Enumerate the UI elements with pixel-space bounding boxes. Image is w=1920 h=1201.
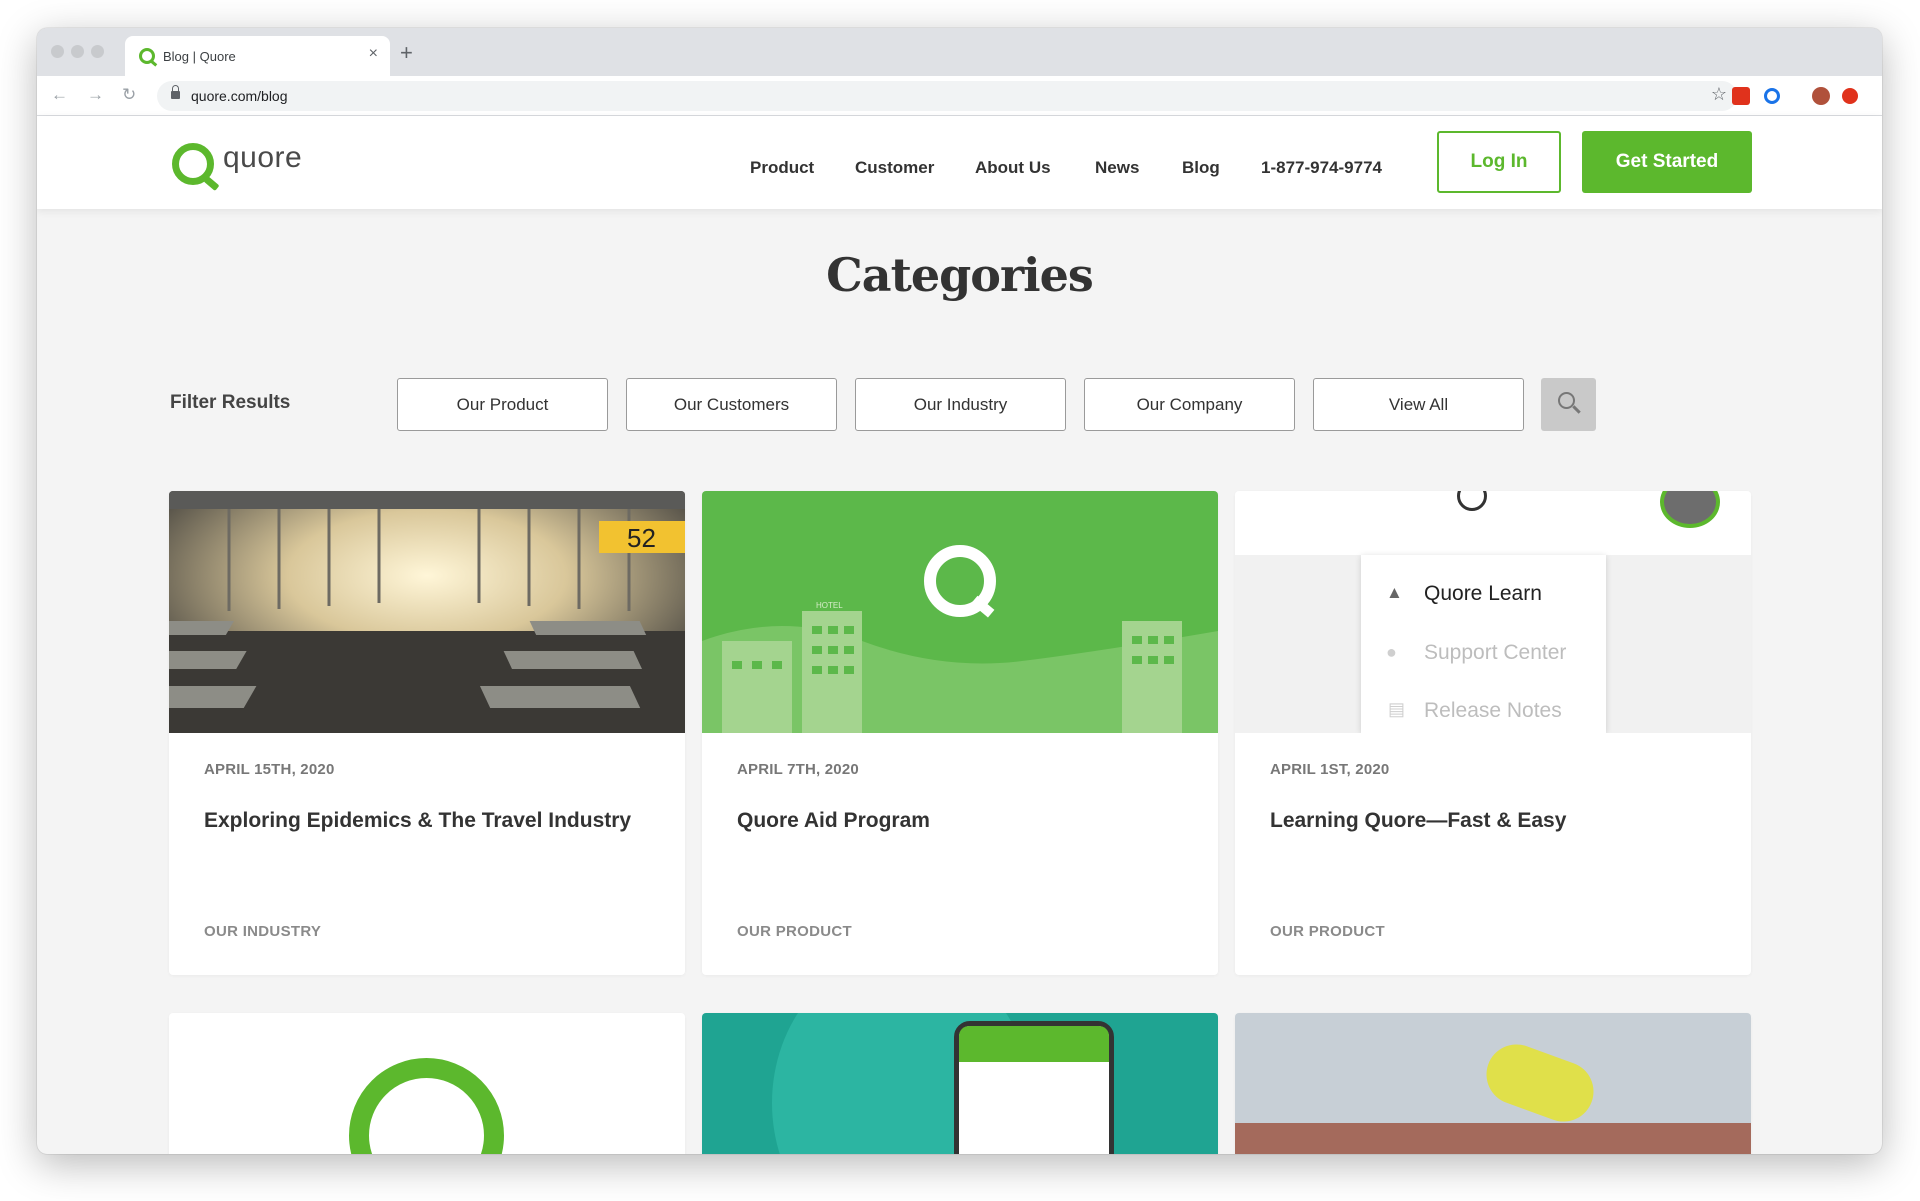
- blog-card-learning-quore[interactable]: ▲ Quore Learn ● Support Center ▤ Release…: [1235, 491, 1751, 975]
- support-icon: ●: [1386, 642, 1397, 662]
- cleaning-glove-image: [1478, 1035, 1602, 1131]
- menu-support-center: Support Center: [1424, 641, 1567, 664]
- lock-icon: [171, 85, 180, 99]
- zoom-window-icon[interactable]: [91, 45, 104, 58]
- nav-customer[interactable]: Customer: [855, 158, 934, 178]
- bookmark-star-icon[interactable]: ☆: [1711, 84, 1727, 105]
- page-title: Categories: [826, 248, 1094, 302]
- card-category[interactable]: OUR INDUSTRY: [204, 923, 321, 940]
- card-category[interactable]: OUR PRODUCT: [1270, 923, 1385, 940]
- nav-blog[interactable]: Blog: [1182, 158, 1220, 178]
- hotel-sign: HOTEL: [816, 601, 843, 610]
- site-header: quore Product Customer About Us News Blo…: [37, 116, 1882, 209]
- extension-circle-icon[interactable]: [1764, 88, 1780, 104]
- menu-release-notes: Release Notes: [1424, 699, 1562, 722]
- minimize-window-icon[interactable]: [71, 45, 84, 58]
- nav-news[interactable]: News: [1095, 158, 1139, 178]
- close-window-icon[interactable]: [51, 45, 64, 58]
- tab-strip: Blog | Quore × +: [37, 28, 1882, 76]
- filter-our-company[interactable]: Our Company: [1084, 378, 1295, 431]
- card-date: APRIL 7TH, 2020: [737, 761, 859, 778]
- browser-tab[interactable]: Blog | Quore ×: [125, 36, 390, 76]
- browser-toolbar: ← → ↻ quore.com/blog ☆: [37, 76, 1882, 116]
- filter-view-all[interactable]: View All: [1313, 378, 1524, 431]
- login-button[interactable]: Log In: [1437, 131, 1561, 193]
- search-button[interactable]: [1541, 378, 1596, 431]
- card-category[interactable]: OUR PRODUCT: [737, 923, 852, 940]
- logo-text[interactable]: quore: [223, 141, 302, 175]
- filter-our-customers[interactable]: Our Customers: [626, 378, 837, 431]
- blog-card-row2-3[interactable]: [1235, 1013, 1751, 1154]
- reload-icon[interactable]: ↻: [122, 85, 136, 105]
- extension-alert-icon[interactable]: [1842, 88, 1858, 104]
- quore-favicon-icon: [139, 48, 155, 64]
- url-text: quore.com/blog: [191, 88, 288, 104]
- browser-window: Blog | Quore × + ← → ↻ quore.com/blog ☆ …: [37, 28, 1882, 1154]
- tab-close-icon[interactable]: ×: [369, 45, 378, 63]
- get-started-button[interactable]: Get Started: [1582, 131, 1752, 193]
- quore-learn-menu-image: ▲ Quore Learn ● Support Center ▤ Release…: [1235, 491, 1751, 733]
- filter-our-product[interactable]: Our Product: [397, 378, 608, 431]
- phone-mockup-image: [954, 1021, 1114, 1154]
- back-icon[interactable]: ←: [51, 85, 68, 105]
- blog-card-row2-1[interactable]: [169, 1013, 685, 1154]
- blog-card-epidemics[interactable]: 52 APRIL 15TH, 2020 Exploring Epidemics …: [169, 491, 685, 975]
- nav-phone[interactable]: 1-877-974-9774: [1261, 158, 1382, 178]
- forward-icon[interactable]: →: [87, 85, 104, 105]
- quore-logo-image: [349, 1058, 504, 1154]
- address-bar[interactable]: quore.com/blog ☆: [157, 81, 1737, 111]
- card-title[interactable]: Exploring Epidemics & The Travel Industr…: [204, 809, 631, 833]
- extension-gmail-icon[interactable]: [1732, 87, 1750, 105]
- card-title[interactable]: Quore Aid Program: [737, 809, 930, 833]
- nav-about-us[interactable]: About Us: [975, 158, 1051, 178]
- nav-product[interactable]: Product: [750, 158, 814, 178]
- dropdown-menu: ▲ Quore Learn ● Support Center ▤ Release…: [1361, 555, 1606, 733]
- tab-title: Blog | Quore: [163, 49, 236, 64]
- filter-our-industry[interactable]: Our Industry: [855, 378, 1066, 431]
- gate-number: 52: [627, 523, 656, 553]
- hotel-illustration-image: HOTEL: [702, 491, 1218, 733]
- filter-label: Filter Results: [170, 392, 291, 413]
- quore-logo-icon[interactable]: [172, 143, 214, 185]
- document-icon: ▤: [1388, 699, 1406, 719]
- new-tab-button[interactable]: +: [400, 40, 413, 66]
- blog-card-row2-2[interactable]: [702, 1013, 1218, 1154]
- graduation-cap-icon: ▲: [1386, 583, 1403, 602]
- menu-quore-learn: Quore Learn: [1424, 582, 1542, 605]
- airport-lounge-image: 52: [169, 491, 685, 733]
- card-date: APRIL 15TH, 2020: [204, 761, 335, 778]
- profile-avatar[interactable]: [1812, 87, 1830, 105]
- card-title[interactable]: Learning Quore—Fast & Easy: [1270, 809, 1566, 833]
- blog-card-aid-program[interactable]: HOTEL APRIL 7TH, 2020 Quore Aid Program …: [702, 491, 1218, 975]
- card-date: APRIL 1ST, 2020: [1270, 761, 1390, 778]
